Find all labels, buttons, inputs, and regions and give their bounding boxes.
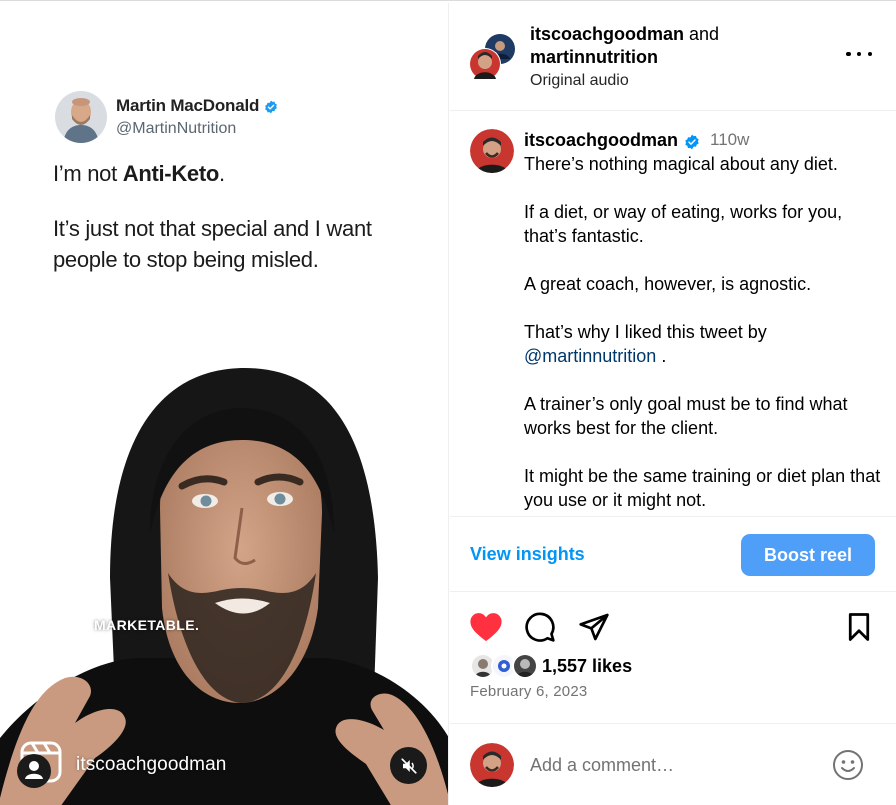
collab-user-2[interactable]: martinnutrition <box>530 47 658 67</box>
collab-avatars[interactable] <box>468 33 516 81</box>
muted-speaker-icon <box>400 757 417 774</box>
caption-paragraph: That’s why I liked this tweet by @martin… <box>524 320 884 368</box>
tweet-text-line1: I’m not Anti-Keto. <box>53 161 433 187</box>
video-frame-person <box>0 368 448 805</box>
caption-header: itscoachgoodman 110w <box>524 128 884 152</box>
reel-owner-name[interactable]: itscoachgoodman <box>76 754 226 776</box>
more-dot <box>867 51 872 57</box>
tweet-avatar <box>55 91 107 143</box>
caption-mention-link[interactable]: @martinnutrition <box>524 346 656 366</box>
tweet-author-handle: @MartinNutrition <box>116 120 237 137</box>
bookmark-icon[interactable] <box>841 609 877 645</box>
caption-area[interactable]: itscoachgoodman 110w There’s nothing mag… <box>450 111 896 516</box>
verified-badge-icon <box>684 132 700 150</box>
collab-names: itscoachgoodman and martinnutrition Orig… <box>530 23 719 92</box>
tweet-header: Martin MacDonald @MartinNutrition <box>53 91 433 143</box>
caption-paragraph-text: That’s why I liked this tweet by <box>524 322 767 342</box>
post-date[interactable]: February 6, 2023 <box>470 683 587 700</box>
boost-reel-button[interactable]: Boost reel <box>741 534 875 576</box>
reels-icon[interactable] <box>14 741 62 789</box>
caption-mention-suffix: . <box>656 346 667 366</box>
tweet-text-line2: It’s just not that special and I want pe… <box>53 216 372 272</box>
view-insights-link[interactable]: View insights <box>470 544 585 565</box>
caption-paragraph: If a diet, or way of eating, works for y… <box>524 202 843 246</box>
more-options-icon[interactable] <box>846 49 872 59</box>
more-dot <box>846 51 851 57</box>
heart-filled-icon[interactable] <box>468 609 504 645</box>
caption-paragraph: It might be the same training or diet pl… <box>524 466 881 510</box>
tweet-text-pre: I’m not <box>53 161 123 186</box>
collab-user-1[interactable]: itscoachgoodman <box>530 24 684 44</box>
caption-paragraph: There’s nothing magical about any diet. <box>524 154 838 174</box>
liker-avatars <box>470 653 538 679</box>
caption-avatar[interactable] <box>470 129 514 173</box>
caption-paragraph: A great coach, however, is agnostic. <box>524 274 812 294</box>
more-dot <box>856 51 862 57</box>
current-user-avatar <box>470 743 514 787</box>
video-caption-overlay: MARKETABLE. <box>94 617 200 633</box>
caption-username[interactable]: itscoachgoodman <box>524 128 678 152</box>
tweet-author-name: Martin MacDonald <box>116 96 278 116</box>
original-audio-link[interactable]: Original audio <box>530 69 719 92</box>
likes-row[interactable]: 1,557 likes <box>470 653 632 679</box>
comment-icon[interactable] <box>522 609 558 645</box>
collab-and-text: and <box>684 24 720 44</box>
comment-bar <box>450 723 896 805</box>
tweet-author: Martin MacDonald @MartinNutrition <box>116 96 278 138</box>
verified-badge-icon <box>264 99 278 114</box>
comment-input[interactable] <box>530 752 820 778</box>
reel-post-dialog: Martin MacDonald @MartinNutrition I’m no… <box>0 0 896 805</box>
caption-body: itscoachgoodman 110w There’s nothing mag… <box>524 128 884 512</box>
tweet-text-bold: Anti-Keto <box>122 161 220 186</box>
post-header: itscoachgoodman and martinnutrition Orig… <box>450 3 896 111</box>
tweet-text-post: . <box>219 161 225 186</box>
tweet-author-name-text: Martin MacDonald <box>116 96 260 115</box>
reel-owner[interactable]: itscoachgoodman <box>14 741 226 789</box>
likes-count[interactable]: 1,557 likes <box>542 656 632 677</box>
tweet-screenshot: Martin MacDonald @MartinNutrition I’m no… <box>53 91 433 275</box>
action-bar <box>450 609 896 645</box>
post-details-panel: itscoachgoodman and martinnutrition Orig… <box>450 3 896 805</box>
mute-toggle-button[interactable] <box>390 747 427 784</box>
insights-bar: View insights Boost reel <box>450 516 896 592</box>
reel-media[interactable]: Martin MacDonald @MartinNutrition I’m no… <box>0 3 449 805</box>
emoji-icon[interactable] <box>832 749 864 781</box>
caption-paragraph: A trainer’s only goal must be to find wh… <box>524 394 848 438</box>
liker-avatar <box>512 653 538 679</box>
share-icon[interactable] <box>576 609 612 645</box>
caption-timestamp[interactable]: 110w <box>710 128 749 152</box>
